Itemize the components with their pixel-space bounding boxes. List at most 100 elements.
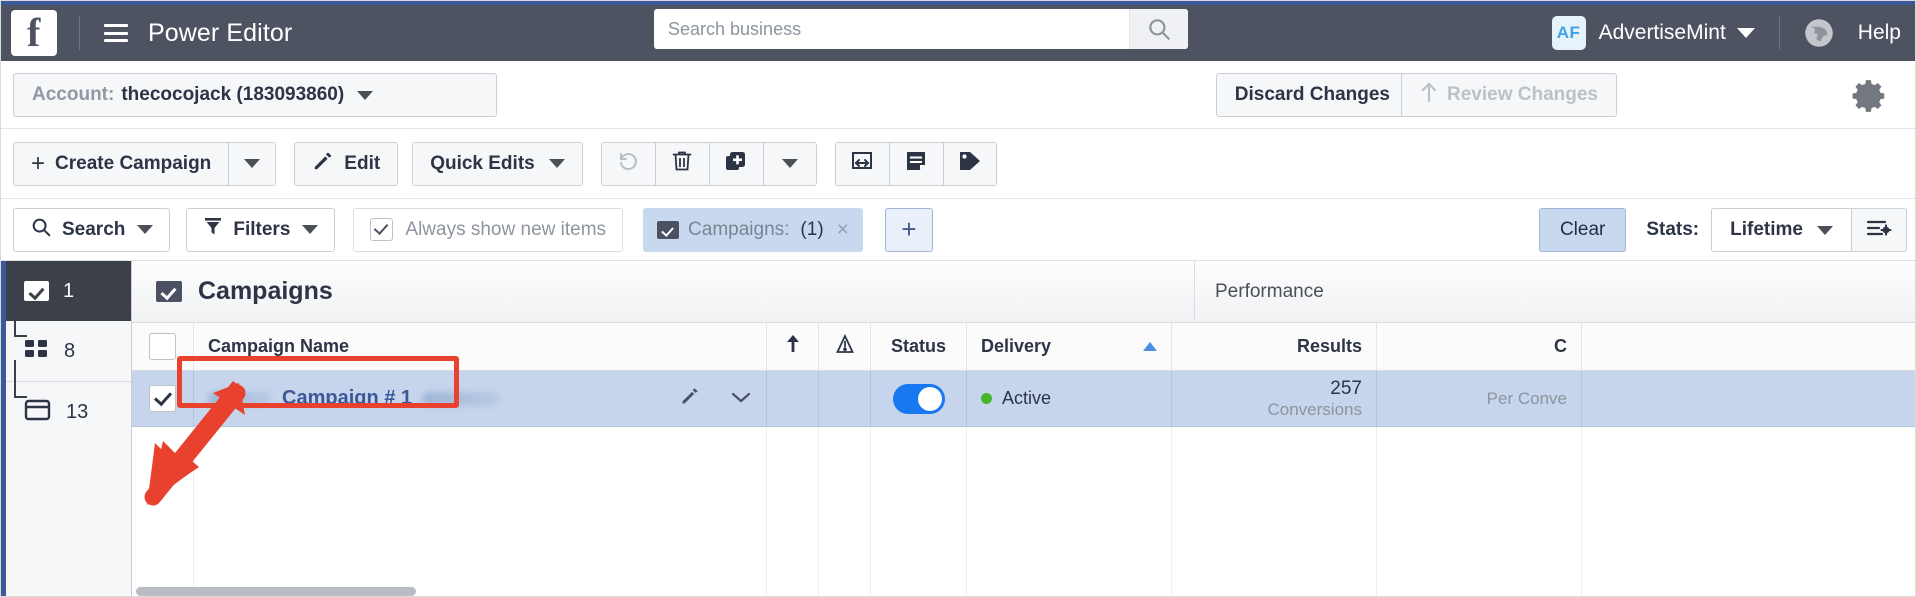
column-header-results[interactable]: Results bbox=[1172, 323, 1377, 370]
chevron-down-icon bbox=[1817, 225, 1833, 235]
filter-right-group: Clear Stats: Lifetime bbox=[1538, 199, 1907, 261]
column-header-warning[interactable] bbox=[819, 323, 871, 370]
power-editor-screen: Power Editor AF AdvertiseMint Help bbox=[0, 0, 1916, 597]
tree-connector bbox=[14, 360, 27, 398]
upload-arrow-icon bbox=[1420, 81, 1438, 109]
chevron-down-icon bbox=[244, 159, 261, 168]
row-spacer-cell bbox=[1582, 371, 1915, 426]
checkbox-icon[interactable] bbox=[149, 333, 176, 360]
create-campaign-dropdown[interactable] bbox=[228, 141, 277, 186]
sidebar-item-ads[interactable]: 13 bbox=[6, 360, 131, 442]
always-show-new-items-label: Always show new items bbox=[405, 218, 607, 240]
cost-unit: Per Conve bbox=[1486, 388, 1567, 408]
object-level-sidebar: 1 8 13 bbox=[6, 261, 132, 596]
action-toolbar: + Create Campaign Edit Quick Edits bbox=[1, 129, 1915, 199]
sort-ascending-icon bbox=[1143, 342, 1157, 351]
create-campaign-label: Create Campaign bbox=[55, 152, 212, 174]
row-status-cell[interactable] bbox=[871, 371, 967, 426]
table-title-left: Campaigns bbox=[132, 261, 1195, 322]
checkbox-icon[interactable] bbox=[149, 385, 176, 412]
revert-button[interactable] bbox=[600, 141, 655, 186]
duplicate-dropdown[interactable] bbox=[762, 141, 817, 186]
review-changes-button[interactable]: Review Changes bbox=[1401, 73, 1617, 117]
business-search-box[interactable] bbox=[654, 9, 1188, 49]
stats-label: Stats: bbox=[1646, 219, 1700, 240]
quick-edits-button[interactable]: Quick Edits bbox=[412, 141, 583, 186]
sidebar-item-adsets-count: 8 bbox=[64, 339, 76, 362]
edit-button[interactable]: Edit bbox=[294, 141, 399, 186]
export-import-button[interactable] bbox=[834, 141, 889, 186]
globe-icon[interactable] bbox=[1804, 18, 1834, 48]
table-title-row: Campaigns Performance bbox=[132, 261, 1915, 323]
duplicate-button[interactable] bbox=[708, 141, 763, 186]
account-selector[interactable]: Account: thecocojack (183093860) bbox=[13, 73, 497, 117]
row-results-cell: 257 Conversions bbox=[1172, 371, 1377, 426]
delivery-status-label: Active bbox=[1002, 388, 1052, 408]
redacted-text-right bbox=[422, 391, 501, 406]
folder-check-icon bbox=[156, 281, 182, 302]
account-value: thecocojack (183093860) bbox=[121, 84, 345, 105]
stats-range-select[interactable]: Lifetime bbox=[1711, 208, 1851, 252]
column-header-delivery[interactable]: Delivery bbox=[967, 323, 1172, 370]
stats-settings-button[interactable] bbox=[1851, 208, 1907, 252]
campaigns-filter-chip[interactable]: Campaigns: (1) × bbox=[643, 207, 863, 252]
results-value: 257 bbox=[1330, 377, 1362, 399]
filters-button[interactable]: Filters bbox=[186, 207, 336, 252]
sidebar-item-campaigns-count: 1 bbox=[63, 279, 75, 302]
global-header: Power Editor AF AdvertiseMint Help bbox=[1, 5, 1915, 61]
table-empty-area bbox=[132, 427, 1915, 596]
column-header-cost[interactable]: C bbox=[1377, 323, 1582, 370]
row-select-cell[interactable] bbox=[132, 371, 194, 426]
column-header-upload[interactable] bbox=[767, 323, 819, 370]
chevron-down-icon[interactable] bbox=[357, 90, 374, 100]
select-all-header[interactable] bbox=[132, 323, 194, 370]
avatar[interactable]: AF bbox=[1551, 16, 1586, 50]
search-dropdown-button[interactable]: Search bbox=[13, 207, 171, 252]
tag-button[interactable] bbox=[942, 141, 997, 186]
delete-button[interactable] bbox=[654, 141, 709, 186]
help-link[interactable]: Help bbox=[1858, 21, 1901, 45]
campaign-name-link[interactable]: Campaign # 1 bbox=[282, 387, 412, 410]
pencil-icon[interactable] bbox=[680, 386, 700, 411]
status-toggle[interactable] bbox=[892, 383, 945, 414]
header-account-area: AF AdvertiseMint Help bbox=[1551, 5, 1901, 61]
always-show-new-items-toggle[interactable]: Always show new items bbox=[353, 207, 624, 252]
column-header-campaign-name[interactable]: Campaign Name bbox=[194, 323, 767, 370]
filters-label: Filters bbox=[233, 218, 291, 240]
checkbox-icon[interactable] bbox=[370, 218, 394, 241]
hamburger-icon[interactable] bbox=[104, 24, 128, 42]
filter-toolbar: Search Filters Always show new items Cam… bbox=[1, 199, 1915, 261]
account-label: Account: bbox=[32, 84, 115, 105]
create-campaign-button[interactable]: + Create Campaign bbox=[13, 141, 229, 186]
chevron-down-icon[interactable] bbox=[1736, 28, 1755, 38]
revert-icon bbox=[616, 149, 640, 178]
stats-range-value: Lifetime bbox=[1730, 219, 1803, 240]
notes-button[interactable] bbox=[888, 141, 943, 186]
column-header-spacer bbox=[1582, 323, 1915, 370]
misc-actions-group bbox=[834, 141, 997, 186]
chevron-down-icon bbox=[302, 225, 319, 234]
add-filter-button[interactable]: + bbox=[884, 207, 933, 252]
header-divider-2 bbox=[1778, 16, 1780, 50]
search-dropdown-label: Search bbox=[62, 218, 126, 240]
edit-label: Edit bbox=[344, 152, 381, 174]
header-divider bbox=[79, 16, 80, 50]
column-header-status[interactable]: Status bbox=[871, 323, 967, 370]
chevron-down-icon bbox=[548, 159, 565, 168]
business-name-label[interactable]: AdvertiseMint bbox=[1599, 21, 1726, 45]
horizontal-scrollbar[interactable] bbox=[136, 587, 416, 596]
funnel-icon bbox=[203, 216, 223, 244]
table-row[interactable]: Campaign # 1 Active 257 Conversions Per … bbox=[132, 371, 1915, 427]
close-icon[interactable]: × bbox=[837, 219, 849, 240]
search-input[interactable] bbox=[654, 9, 1129, 49]
discard-changes-button[interactable]: Discard Changes bbox=[1215, 73, 1409, 117]
gear-icon[interactable] bbox=[1851, 77, 1889, 115]
folder-check-icon bbox=[657, 220, 680, 239]
facebook-logo[interactable] bbox=[11, 9, 57, 56]
campaign-name-cell[interactable]: Campaign # 1 bbox=[194, 371, 767, 426]
clear-button[interactable]: Clear bbox=[1538, 208, 1627, 252]
search-icon[interactable] bbox=[1129, 9, 1188, 49]
campaigns-table: Campaigns Performance Campaign Name Stat… bbox=[132, 261, 1915, 596]
chevron-down-icon[interactable] bbox=[730, 388, 752, 409]
notes-icon bbox=[905, 149, 927, 178]
